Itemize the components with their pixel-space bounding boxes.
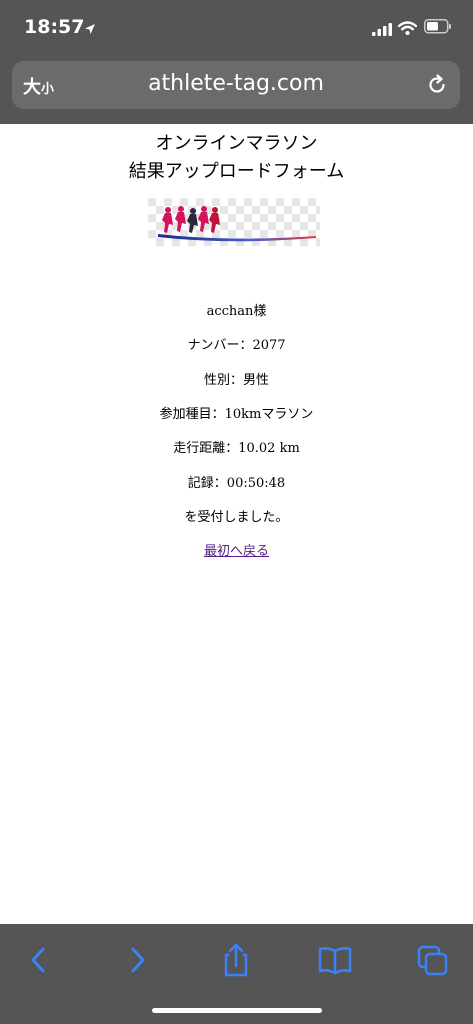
status-bar: 18:57: [0, 0, 473, 58]
marathon-banner-image: [148, 198, 320, 246]
back-icon[interactable]: [16, 942, 60, 978]
page-title-line2: 結果アップロードフォーム: [128, 161, 345, 182]
page-title: オンラインマラソン 結果アップロードフォーム: [0, 130, 473, 186]
address-bar[interactable]: 大小 athlete-tag.com: [12, 61, 460, 109]
bookmarks-icon[interactable]: [313, 942, 357, 978]
status-time: 18:57: [24, 16, 85, 38]
home-indicator[interactable]: [152, 1008, 322, 1013]
cellular-signal-icon: [372, 21, 392, 40]
forward-icon[interactable]: [116, 942, 160, 978]
reload-icon[interactable]: [426, 74, 448, 100]
wifi-icon: [397, 20, 418, 39]
location-arrow-icon: [84, 20, 96, 39]
received-message: を受付しました。: [184, 510, 289, 525]
bib-number: ナンバー：2077: [187, 338, 286, 353]
user-name: acchan様: [206, 304, 267, 319]
share-icon[interactable]: [214, 942, 258, 978]
page-title-line1: オンラインマラソン: [155, 133, 318, 154]
gender-text: 性別：男性: [203, 373, 269, 388]
browser-top-chrome: 18:57 大小 athlete-tag.com: [0, 0, 473, 124]
battery-icon: [424, 19, 452, 38]
tabs-icon[interactable]: [412, 942, 456, 978]
event-text: 参加種目：10kmマラソン: [159, 407, 314, 422]
record-text: 記録：00:50:48: [187, 476, 286, 491]
address-url[interactable]: athlete-tag.com: [12, 71, 460, 96]
back-to-start-link[interactable]: 最初へ戻る: [0, 540, 473, 559]
page-content: オンラインマラソン 結果アップロードフォーム acchan様 ナンバー：2077…: [0, 124, 473, 924]
distance-text: 走行距離：10.02 km: [173, 441, 300, 456]
browser-bottom-toolbar: [0, 924, 473, 1024]
